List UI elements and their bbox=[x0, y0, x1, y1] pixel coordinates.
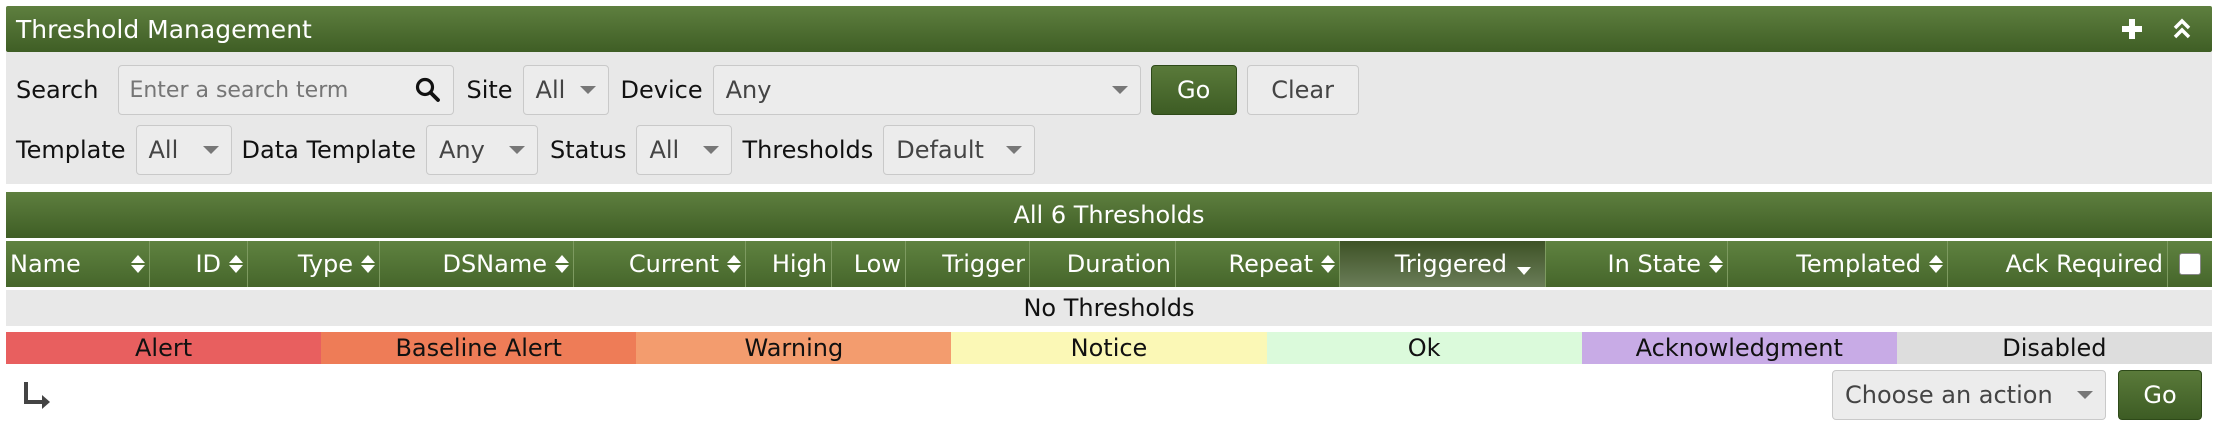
legend-disabled: Disabled bbox=[1896, 332, 2212, 364]
data-template-select[interactable]: Any bbox=[425, 125, 538, 175]
column-header-trigger: Trigger bbox=[906, 241, 1030, 287]
thresholds-label: Thresholds bbox=[742, 136, 874, 164]
column-header-high: High bbox=[746, 241, 832, 287]
legend-alert: Alert bbox=[6, 332, 322, 364]
device-label: Device bbox=[620, 76, 703, 104]
sort-icon bbox=[1321, 254, 1335, 274]
chevron-down-icon bbox=[703, 146, 720, 154]
column-header-triggered[interactable]: Triggered bbox=[1340, 241, 1546, 287]
plus-icon[interactable] bbox=[2112, 9, 2152, 49]
clear-button[interactable]: Clear bbox=[1246, 65, 1359, 115]
sort-desc-icon bbox=[1517, 267, 1531, 275]
status-select[interactable]: All bbox=[636, 125, 733, 175]
chevron-down-icon bbox=[1111, 86, 1128, 94]
template-label: Template bbox=[16, 136, 126, 164]
sort-icon bbox=[727, 254, 741, 274]
column-header-low: Low bbox=[832, 241, 906, 287]
corner-arrow-icon bbox=[24, 382, 50, 409]
search-box[interactable] bbox=[118, 65, 455, 115]
sort-icon bbox=[361, 254, 375, 274]
table-header-row: Name ID Type DSName Current High Low Tri… bbox=[6, 241, 2212, 287]
status-label: Status bbox=[549, 136, 627, 164]
search-label: Search bbox=[16, 76, 99, 104]
sort-icon bbox=[1709, 254, 1723, 274]
legend-baseline-alert: Baseline Alert bbox=[321, 332, 637, 364]
legend-ok: Ok bbox=[1266, 332, 1582, 364]
column-header-repeat[interactable]: Repeat bbox=[1176, 241, 1340, 287]
template-select[interactable]: All bbox=[135, 125, 232, 175]
panel-header: Threshold Management bbox=[6, 6, 2212, 52]
column-header-name[interactable]: Name bbox=[6, 241, 150, 287]
sort-icon bbox=[555, 254, 569, 274]
column-header-current[interactable]: Current bbox=[574, 241, 746, 287]
legend-warning: Warning bbox=[636, 332, 952, 364]
footer-actions: Choose an action Go bbox=[6, 366, 2212, 428]
column-header-duration: Duration bbox=[1030, 241, 1176, 287]
column-header-templated[interactable]: Templated bbox=[1728, 241, 1948, 287]
search-input[interactable] bbox=[119, 76, 412, 104]
action-select[interactable]: Choose an action bbox=[1832, 370, 2106, 420]
chevron-down-icon bbox=[579, 86, 596, 94]
filter-area: Search Site All Device Any Go Clear Temp… bbox=[6, 52, 2212, 184]
action-go-button[interactable]: Go bbox=[2118, 370, 2202, 420]
legend-notice: Notice bbox=[951, 332, 1267, 364]
site-select[interactable]: All bbox=[522, 65, 609, 115]
chevrons-up-icon[interactable] bbox=[2162, 9, 2202, 49]
status-legend: Alert Baseline Alert Warning Notice Ok A… bbox=[6, 332, 2212, 364]
sort-icon bbox=[229, 254, 243, 274]
go-button[interactable]: Go bbox=[1150, 65, 1237, 115]
select-all-checkbox-cell bbox=[2168, 241, 2212, 287]
site-label: Site bbox=[466, 76, 513, 104]
chevron-down-icon bbox=[508, 146, 525, 154]
chevron-down-icon bbox=[2077, 391, 2093, 399]
empty-message: No Thresholds bbox=[6, 290, 2212, 326]
device-select[interactable]: Any bbox=[712, 65, 1141, 115]
column-header-type[interactable]: Type bbox=[248, 241, 380, 287]
data-template-label: Data Template bbox=[241, 136, 416, 164]
column-header-ack-required: Ack Required bbox=[1948, 241, 2168, 287]
thresholds-select[interactable]: Default bbox=[883, 125, 1036, 175]
column-header-in-state[interactable]: In State bbox=[1546, 241, 1728, 287]
sort-icon bbox=[131, 254, 145, 274]
sort-icon bbox=[1929, 254, 1943, 274]
column-header-id[interactable]: ID bbox=[150, 241, 248, 287]
page-title: Threshold Management bbox=[16, 14, 312, 44]
column-header-dsname[interactable]: DSName bbox=[380, 241, 574, 287]
search-icon[interactable] bbox=[415, 77, 441, 103]
chevron-down-icon bbox=[1006, 146, 1023, 154]
table-title: All 6 Thresholds bbox=[6, 192, 2212, 238]
legend-acknowledgment: Acknowledgment bbox=[1581, 332, 1897, 364]
select-all-checkbox[interactable] bbox=[2179, 253, 2201, 275]
chevron-down-icon bbox=[202, 146, 219, 154]
